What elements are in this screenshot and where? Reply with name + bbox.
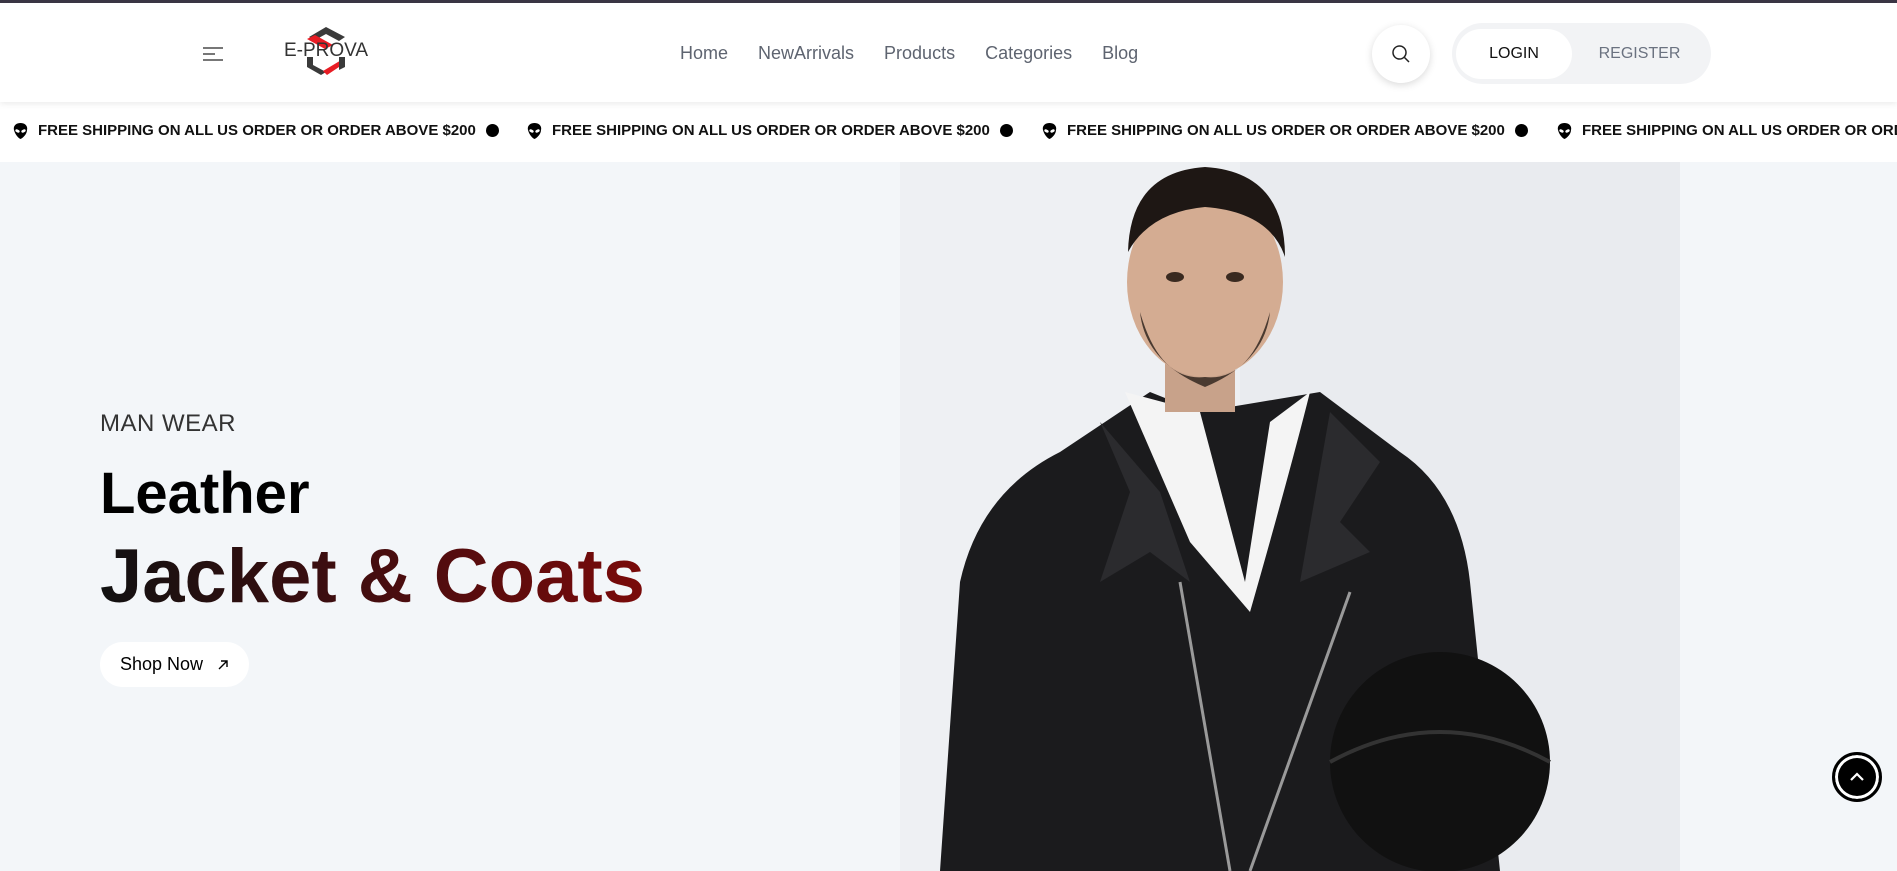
hero-title-line1: Leather: [100, 461, 310, 526]
hero-text: MAN WEAR Leather Jacket & Coats Shop Now: [100, 410, 645, 687]
auth-toggle: LOGIN REGISTER: [1452, 23, 1711, 84]
hamburger-menu-icon[interactable]: [203, 47, 223, 63]
nav-blog[interactable]: Blog: [1102, 43, 1138, 64]
alien-icon: [527, 122, 542, 139]
hero-title-line2: Jacket & Coats: [100, 534, 645, 619]
nav-products[interactable]: Products: [884, 43, 955, 64]
marquee-item: FREE SHIPPING ON ALL US ORDER OR ORDER A…: [1557, 122, 1897, 139]
marquee-text: FREE SHIPPING ON ALL US ORDER OR ORDER A…: [552, 122, 990, 139]
main-nav: Home NewArrivals Products Categories Blo…: [680, 43, 1168, 64]
svg-text:E-PROVA: E-PROVA: [284, 40, 368, 61]
nav-home[interactable]: Home: [680, 43, 728, 64]
marquee-text: FREE SHIPPING ON ALL US ORDER OR ORDER A…: [38, 122, 476, 139]
bullet-dot: [485, 124, 499, 137]
search-icon: [1392, 45, 1410, 63]
shop-now-button[interactable]: Shop Now: [100, 642, 250, 687]
marquee-text: FREE SHIPPING ON ALL US ORDER OR ORDER A…: [1067, 122, 1505, 139]
marquee-text: FREE SHIPPING ON ALL US ORDER OR ORDER A…: [1582, 122, 1897, 139]
hero-kicker: MAN WEAR: [100, 410, 236, 437]
marquee-item: FREE SHIPPING ON ALL US ORDER OR ORDER A…: [13, 122, 499, 139]
nav-categories[interactable]: Categories: [985, 43, 1072, 64]
search-button[interactable]: [1372, 25, 1430, 83]
nav-new-arrivals[interactable]: NewArrivals: [758, 43, 854, 64]
bullet-dot: [1514, 124, 1528, 137]
register-button[interactable]: REGISTER: [1572, 45, 1707, 63]
site-header: E-PROVA Home NewArrivals Products Catego…: [0, 3, 1897, 102]
alien-icon: [1557, 122, 1572, 139]
marquee-item: FREE SHIPPING ON ALL US ORDER OR ORDER A…: [527, 122, 1013, 139]
alien-icon: [13, 122, 28, 139]
shop-now-label: Shop Now: [120, 654, 204, 674]
chevron-up-icon: [1850, 772, 1864, 781]
shipping-marquee: FREE SHIPPING ON ALL US ORDER OR ORDER A…: [0, 102, 1897, 162]
bullet-dot: [999, 124, 1013, 137]
marquee-item: FREE SHIPPING ON ALL US ORDER OR ORDER A…: [1042, 122, 1528, 139]
logo[interactable]: E-PROVA: [281, 23, 371, 79]
alien-icon: [1042, 122, 1057, 139]
arrow-up-right-icon: [218, 659, 228, 669]
login-button[interactable]: LOGIN: [1456, 28, 1572, 79]
scroll-to-top-button[interactable]: [1832, 752, 1882, 802]
hero-model-image: [900, 162, 1680, 871]
